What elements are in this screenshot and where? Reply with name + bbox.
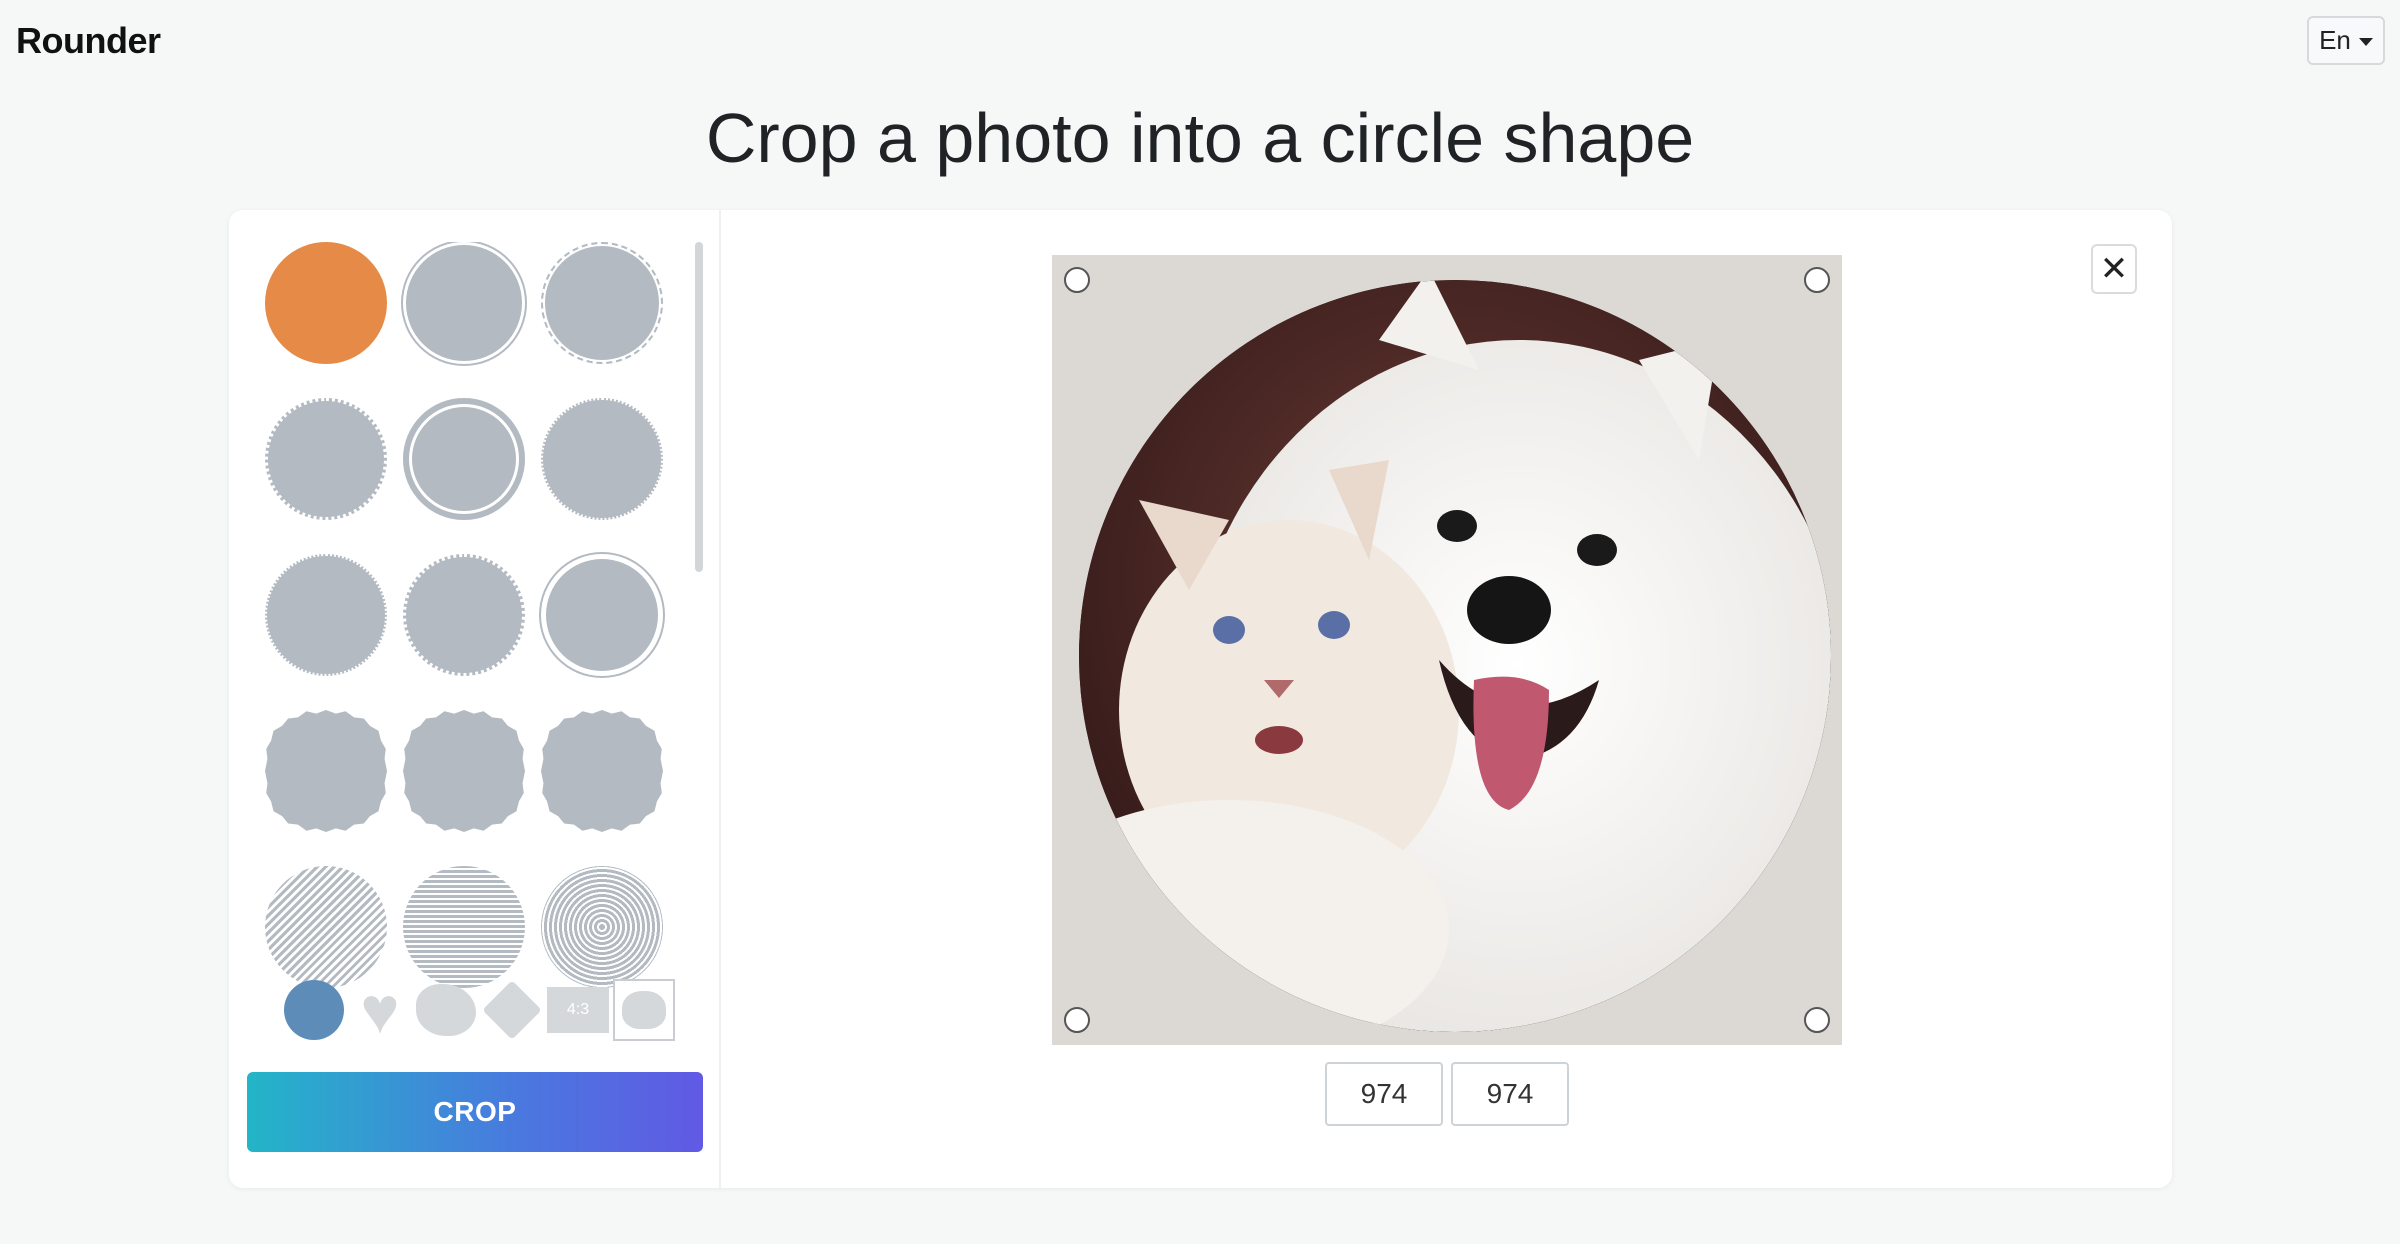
language-selector[interactable]: En: [2307, 16, 2385, 65]
shape-grid: [265, 242, 663, 988]
chevron-down-icon: [2358, 37, 2373, 46]
close-icon: ✕: [2099, 250, 2129, 288]
crop-canvas[interactable]: [1052, 255, 1842, 1045]
shape-list-scrollbar[interactable]: [695, 242, 703, 572]
language-label: En: [2319, 25, 2351, 55]
photo-preview: [1079, 280, 1831, 1032]
circle-icon: [284, 980, 344, 1040]
page-title: Crop a photo into a circle shape: [705, 99, 1695, 177]
ratio-icon: 4:3: [547, 987, 609, 1033]
type-circle-button[interactable]: [283, 979, 345, 1041]
shape-option-lined[interactable]: [403, 866, 525, 988]
shape-option-dotted-ring[interactable]: [541, 398, 663, 520]
shape-option-hatched[interactable]: [265, 866, 387, 988]
type-blob-button[interactable]: [415, 979, 477, 1041]
shape-type-bar: ♥ 4:3: [283, 973, 675, 1047]
shape-option-dashed-ring[interactable]: [541, 242, 663, 364]
shape-option-dot-border[interactable]: [403, 554, 525, 676]
heart-icon: ♥: [360, 973, 400, 1047]
type-diamond-button[interactable]: [481, 979, 543, 1041]
size-inputs: [1325, 1062, 1569, 1126]
resize-handle-bottom-left[interactable]: [1064, 1007, 1090, 1033]
shape-panel: ♥ 4:3 CROP: [229, 210, 721, 1188]
custom-shape-icon: [622, 991, 666, 1029]
resize-handle-bottom-right[interactable]: [1804, 1007, 1830, 1033]
photo-image: [1079, 280, 1831, 1032]
type-custom-button[interactable]: [613, 979, 675, 1041]
height-input[interactable]: [1451, 1062, 1569, 1126]
diamond-icon: [482, 980, 542, 1040]
shape-option-scalloped-small[interactable]: [403, 710, 525, 832]
blob-icon: [416, 984, 476, 1036]
editor-card: ♥ 4:3 CROP ✕: [229, 210, 2172, 1188]
width-input[interactable]: [1325, 1062, 1443, 1126]
shape-option-thin-ring[interactable]: [541, 554, 663, 676]
shape-option-heart-dots[interactable]: [265, 398, 387, 520]
close-button[interactable]: ✕: [2091, 244, 2137, 294]
shape-option-serrated[interactable]: [541, 710, 663, 832]
shape-option-double-ring[interactable]: [403, 398, 525, 520]
shape-option-ring[interactable]: [403, 242, 525, 364]
type-ratio-button[interactable]: 4:3: [547, 979, 609, 1041]
shape-option-fine-dots[interactable]: [265, 554, 387, 676]
shape-option-scalloped[interactable]: [265, 710, 387, 832]
brand-logo[interactable]: Rounder: [16, 20, 161, 62]
shape-option-solid[interactable]: [265, 242, 387, 364]
crop-button[interactable]: CROP: [247, 1072, 703, 1152]
resize-handle-top-left[interactable]: [1064, 267, 1090, 293]
shape-option-concentric[interactable]: [541, 866, 663, 988]
type-heart-button[interactable]: ♥: [349, 973, 411, 1047]
resize-handle-top-right[interactable]: [1804, 267, 1830, 293]
